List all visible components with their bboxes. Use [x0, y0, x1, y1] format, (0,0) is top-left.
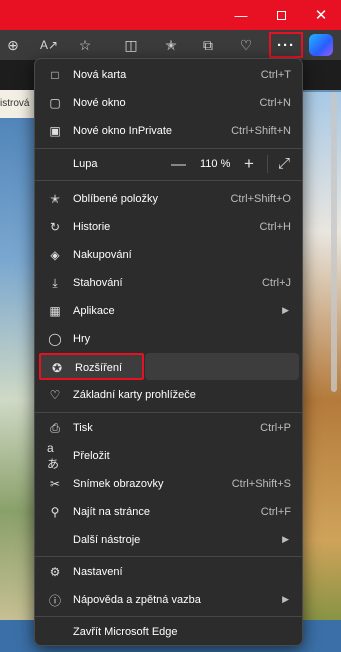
- close-icon: ✕: [314, 7, 328, 24]
- favorites-icon[interactable]: ✭: [160, 34, 182, 56]
- browser-toolbar: ⊕ A↗ ☆ ◫ ✭ ⧉ ♡ ···: [0, 30, 341, 60]
- title-bar: — ✕: [0, 0, 341, 30]
- collections-icon[interactable]: ⧉: [197, 34, 219, 56]
- apps-icon: ▦: [49, 304, 61, 318]
- minimize-button[interactable]: —: [221, 0, 261, 30]
- menu-separator: [35, 556, 302, 557]
- page-left-content: [0, 92, 36, 652]
- translate-icon: aあ: [47, 440, 60, 471]
- shopping-icon: ◈: [50, 248, 60, 262]
- menu-item-history[interactable]: ↻ Historie Ctrl+H: [39, 214, 299, 240]
- scrollbar[interactable]: [331, 92, 337, 392]
- menu-separator: [35, 148, 302, 149]
- settings-and-more-menu: □ Nová karta Ctrl+T ▢ Nové okno Ctrl+N ▣…: [34, 58, 303, 646]
- menu-item-new-window[interactable]: ▢ Nové okno Ctrl+N: [39, 90, 299, 116]
- zoom-divider: [267, 155, 268, 173]
- settings-and-more-button[interactable]: ···: [269, 32, 303, 58]
- split-screen-icon[interactable]: ◫: [120, 34, 142, 56]
- menu-item-zoom: Lupa — 110 % + ⤢: [73, 154, 291, 174]
- browser-essentials-icon: ♡: [49, 388, 61, 402]
- menu-item-help-and-feedback[interactable]: ⓘ Nápověda a zpětná vazba ▶: [39, 587, 299, 613]
- screenshot-icon: ✂: [49, 477, 61, 491]
- menu-item-screenshot[interactable]: ✂ Snímek obrazovky Ctrl+Shift+S: [39, 471, 299, 497]
- menu-item-downloads[interactable]: ⤓ Stahování Ctrl+J: [39, 270, 299, 296]
- restore-button[interactable]: [261, 0, 301, 30]
- menu-item-games[interactable]: ◯ Hry: [39, 326, 299, 352]
- extensions-icon: ✪: [51, 361, 63, 375]
- menu-item-translate[interactable]: aあ Přeložit: [39, 440, 299, 471]
- zoom-level: 110 %: [200, 158, 231, 170]
- zoom-out-button[interactable]: —: [171, 156, 186, 173]
- submenu-arrow-icon: ▶: [282, 594, 289, 604]
- close-button[interactable]: ✕: [301, 0, 341, 30]
- menu-item-extensions-highlight: [145, 353, 299, 380]
- find-icon: ⚲: [50, 505, 60, 519]
- menu-item-new-inprivate-window[interactable]: ▣ Nové okno InPrivate Ctrl+Shift+N: [39, 118, 299, 144]
- inprivate-icon: ▣: [49, 124, 61, 138]
- print-icon: ⎙: [50, 420, 60, 435]
- help-icon: ⓘ: [48, 593, 61, 608]
- menu-item-settings[interactable]: ⚙ Nastavení: [39, 559, 299, 585]
- menu-item-close-edge[interactable]: Zavřít Microsoft Edge: [39, 619, 299, 645]
- menu-item-favorites[interactable]: ✭ Oblíbené položky Ctrl+Shift+O: [39, 186, 299, 212]
- site-nav-fragment: istrová: [0, 90, 36, 118]
- menu-item-browser-essentials[interactable]: ♡ Základní karty prohlížeče: [39, 382, 299, 408]
- menu-item-more-tools[interactable]: Další nástroje ▶: [39, 527, 299, 553]
- menu-item-find-on-page[interactable]: ⚲ Najít na stránce Ctrl+F: [39, 499, 299, 525]
- menu-separator: [35, 412, 302, 413]
- games-icon: ◯: [48, 332, 62, 346]
- menu-item-extensions[interactable]: ✪ Rozšíření: [39, 353, 144, 380]
- submenu-arrow-icon: ▶: [282, 534, 289, 544]
- restore-icon: [276, 10, 286, 20]
- favorites-icon: ✭: [49, 192, 61, 206]
- menu-separator: [35, 180, 302, 181]
- menu-separator: [35, 616, 302, 617]
- zoom-in-button[interactable]: +: [244, 154, 254, 174]
- browser-essentials-icon[interactable]: ♡: [235, 34, 257, 56]
- menu-item-apps[interactable]: ▦ Aplikace ▶: [39, 298, 299, 324]
- read-aloud-icon[interactable]: A↗: [38, 34, 60, 56]
- download-icon: ⤓: [52, 275, 58, 290]
- fullscreen-icon[interactable]: ⤢: [278, 155, 290, 172]
- menu-item-new-tab[interactable]: □ Nová karta Ctrl+T: [39, 62, 299, 88]
- submenu-arrow-icon: ▶: [282, 305, 289, 315]
- minimize-icon: —: [234, 7, 248, 23]
- new-window-icon: ▢: [49, 96, 61, 110]
- history-icon: ↻: [49, 220, 61, 234]
- more-icon: ···: [277, 36, 295, 54]
- menu-item-shopping[interactable]: ◈ Nakupování: [39, 242, 299, 268]
- settings-icon: ⚙: [49, 565, 61, 579]
- new-tab-icon: □: [51, 68, 59, 82]
- menu-item-print[interactable]: ⎙ Tisk Ctrl+P: [39, 415, 299, 441]
- copilot-icon[interactable]: [309, 34, 333, 56]
- zoom-indicator-icon[interactable]: ⊕: [2, 34, 24, 56]
- favorite-star-icon[interactable]: ☆: [74, 34, 96, 56]
